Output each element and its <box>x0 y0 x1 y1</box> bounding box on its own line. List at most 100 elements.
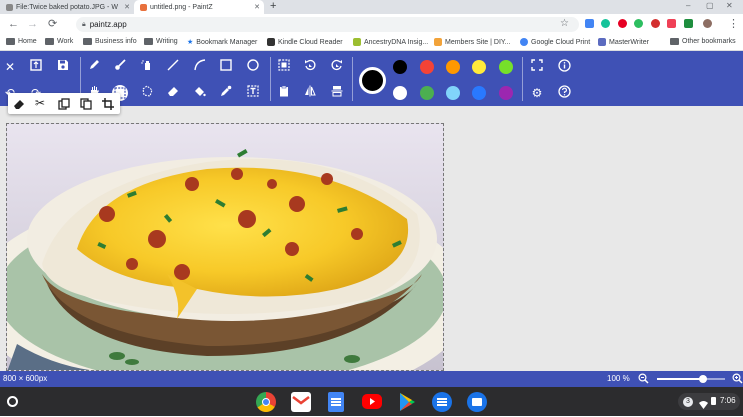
help-icon[interactable] <box>556 85 572 101</box>
google-icon <box>520 38 528 46</box>
bookmark-star-icon[interactable]: ☆ <box>560 17 569 31</box>
color-swatch[interactable] <box>446 60 460 74</box>
kindle-icon <box>267 38 275 46</box>
bookmark-diy[interactable]: Members Site | DIY... <box>434 38 511 46</box>
launcher-icon[interactable] <box>7 396 18 407</box>
play-store-icon[interactable] <box>397 392 417 412</box>
reload-button[interactable]: ⟳ <box>48 17 57 31</box>
docs-extension-icon[interactable] <box>585 19 594 28</box>
browser-menu-icon[interactable]: ⋮ <box>728 17 739 31</box>
chrome-icon[interactable] <box>256 392 276 412</box>
fill-icon[interactable] <box>192 85 208 101</box>
brush-icon[interactable] <box>112 59 128 75</box>
cut-icon[interactable]: ✂ <box>35 97 45 109</box>
canvas-size-label: 800 × 600px <box>3 374 48 383</box>
color-swatch[interactable] <box>499 86 513 100</box>
adblock-extension-icon[interactable] <box>651 19 660 28</box>
close-window-button[interactable]: ✕ <box>726 1 733 10</box>
color-swatch[interactable] <box>393 86 407 100</box>
sheets-extension-icon[interactable] <box>684 19 693 28</box>
bookmark-writing[interactable]: Writing <box>144 38 178 45</box>
current-color-indicator[interactable] <box>359 67 386 94</box>
files-icon[interactable] <box>467 392 487 412</box>
color-swatch[interactable] <box>499 60 513 74</box>
grammarly-extension-icon[interactable] <box>601 19 610 28</box>
crop-icon[interactable] <box>102 97 114 115</box>
folder-icon <box>45 38 54 45</box>
messages-icon[interactable] <box>432 392 452 412</box>
youtube-icon[interactable] <box>362 394 382 409</box>
pocket-extension-icon[interactable] <box>667 19 676 28</box>
gmail-icon[interactable] <box>291 392 311 412</box>
duplicate-icon[interactable] <box>80 97 92 115</box>
profile-avatar-icon[interactable] <box>703 19 712 28</box>
color-swatch[interactable] <box>472 60 486 74</box>
maximize-button[interactable]: ▢ <box>706 1 714 10</box>
close-tab-icon[interactable]: ✕ <box>254 3 260 11</box>
text-icon[interactable] <box>245 85 261 101</box>
pinterest-extension-icon[interactable] <box>618 19 627 28</box>
rectangle-icon[interactable] <box>218 59 234 75</box>
close-tab-icon[interactable]: ✕ <box>124 3 130 11</box>
bookmark-kindle[interactable]: Kindle Cloud Reader <box>267 38 343 46</box>
bookmark-business-info[interactable]: Business info <box>83 38 137 45</box>
rotate-left-icon[interactable] <box>302 59 318 75</box>
save-icon[interactable] <box>55 59 71 75</box>
lasso-select-icon[interactable] <box>139 85 155 101</box>
zoom-in-icon[interactable] <box>732 373 743 386</box>
eyedropper-icon[interactable] <box>218 85 234 101</box>
color-swatch[interactable] <box>446 86 460 100</box>
fullscreen-icon[interactable] <box>529 59 545 75</box>
drawing-canvas[interactable] <box>6 123 444 371</box>
flip-vertical-icon[interactable] <box>329 85 345 101</box>
copy-icon[interactable] <box>58 97 70 115</box>
minimize-button[interactable]: – <box>686 1 690 10</box>
open-icon[interactable] <box>28 59 44 75</box>
folder-icon <box>670 38 679 45</box>
select-all-icon[interactable] <box>276 59 292 75</box>
new-tab-button[interactable]: + <box>270 0 276 13</box>
docs-icon[interactable] <box>328 392 344 412</box>
rotate-right-icon[interactable] <box>329 59 345 75</box>
spray-icon[interactable] <box>139 59 155 75</box>
settings-gear-icon[interactable]: ⚙ <box>529 85 545 101</box>
bookmark-other[interactable]: Other bookmarks <box>670 38 736 45</box>
tab-title: File:Twice baked potato.JPG - W <box>16 3 118 11</box>
browser-tab-wikipedia[interactable]: File:Twice baked potato.JPG - W ✕ <box>0 0 134 14</box>
browser-tab-paintz[interactable]: untitled.png - PaintZ ✕ <box>134 0 264 14</box>
zoom-slider-thumb[interactable] <box>699 375 708 383</box>
bookmark-masterwriter[interactable]: MasterWriter <box>598 38 649 46</box>
info-icon[interactable] <box>556 59 572 75</box>
eraser-icon[interactable] <box>165 85 181 101</box>
notification-count-badge[interactable]: 3 <box>683 397 693 407</box>
color-swatch[interactable] <box>420 86 434 100</box>
close-icon[interactable]: ✕ <box>2 59 18 75</box>
bookmark-home[interactable]: Home <box>6 38 37 45</box>
color-swatch[interactable] <box>393 60 407 74</box>
toolbar-divider <box>352 57 353 101</box>
pencil-icon[interactable] <box>86 59 102 75</box>
address-bar[interactable]: 🔒︎ paintz.app <box>76 17 579 32</box>
ellipse-icon[interactable] <box>245 59 261 75</box>
erase-selection-icon[interactable] <box>13 97 25 115</box>
bookmark-google-cloud-print[interactable]: Google Cloud Print <box>520 38 590 46</box>
back-button[interactable]: ← <box>8 17 19 31</box>
zoom-slider[interactable] <box>657 375 725 383</box>
color-swatch[interactable] <box>420 60 434 74</box>
paste-icon[interactable] <box>276 85 292 101</box>
flip-horizontal-icon[interactable] <box>302 85 318 101</box>
line-icon[interactable] <box>165 59 181 75</box>
canvas-image <box>7 124 443 370</box>
bookmark-work[interactable]: Work <box>45 38 73 45</box>
evernote-extension-icon[interactable] <box>634 19 643 28</box>
zoom-out-icon[interactable] <box>638 373 649 386</box>
forward-button[interactable]: → <box>27 17 38 31</box>
wifi-icon <box>699 396 708 414</box>
os-shelf: 3 7:06 <box>0 387 743 416</box>
bookmark-ancestry[interactable]: AncestryDNA Insig... <box>353 38 428 46</box>
toolbar-divider <box>270 57 271 101</box>
curve-icon[interactable] <box>192 59 208 75</box>
canvas-workspace: ✂ <box>0 93 743 371</box>
bookmark-bookmark-manager[interactable]: ★ Bookmark Manager <box>187 38 257 47</box>
color-swatch[interactable] <box>472 86 486 100</box>
